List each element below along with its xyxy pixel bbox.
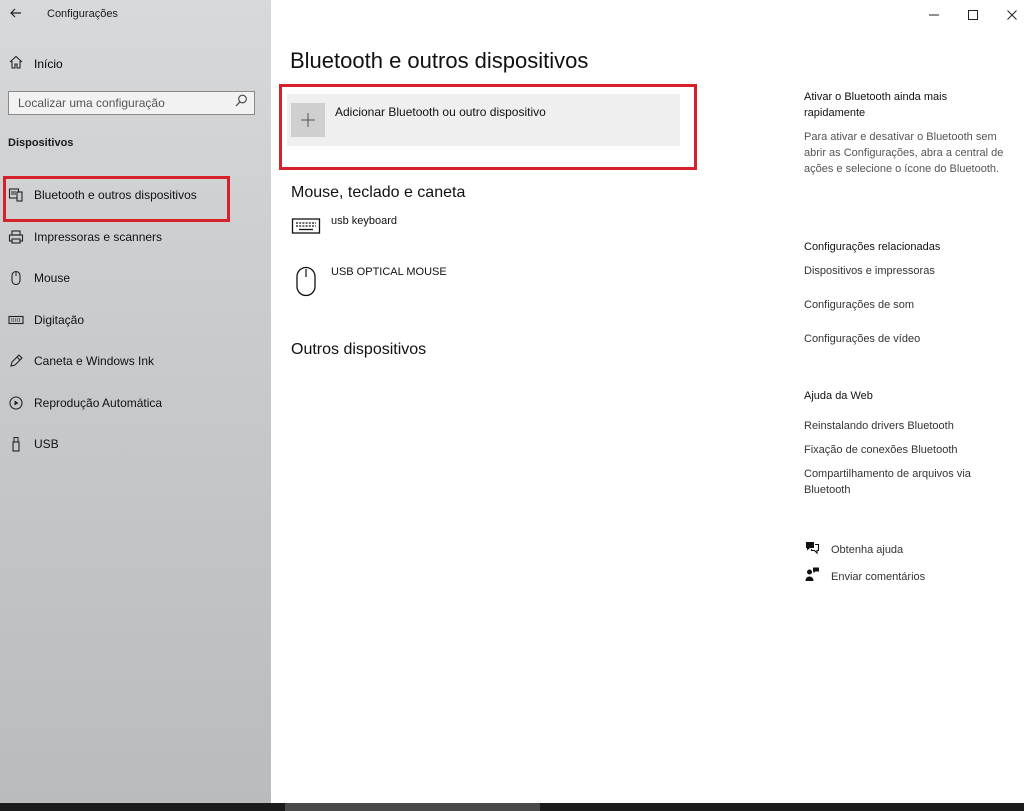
close-button[interactable] bbox=[1005, 8, 1019, 22]
back-arrow-icon[interactable] bbox=[8, 5, 24, 21]
autoplay-icon bbox=[8, 395, 24, 411]
sidebar: Configurações Início Dispositivos Blueto… bbox=[0, 0, 271, 803]
mouse-icon bbox=[8, 270, 24, 286]
other-devices-heading: Outros dispositivos bbox=[291, 341, 427, 358]
web-help-title: Ajuda da Web bbox=[804, 390, 873, 402]
minimize-button[interactable] bbox=[927, 8, 941, 22]
sidebar-item-autoplay[interactable]: Reprodução Automática bbox=[8, 392, 162, 414]
link-sound-settings[interactable]: Configurações de som bbox=[804, 297, 1004, 313]
keyboard-icon bbox=[291, 215, 321, 242]
get-help-link[interactable]: Obtenha ajuda bbox=[804, 539, 1004, 560]
sidebar-item-printers[interactable]: Impressoras e scanners bbox=[8, 226, 162, 248]
page-title: Bluetooth e outros dispositivos bbox=[290, 48, 589, 73]
home-icon bbox=[8, 54, 24, 75]
maximize-button[interactable] bbox=[966, 8, 980, 22]
nav-home[interactable]: Início bbox=[8, 54, 63, 74]
link-file-sharing[interactable]: Compartilhamento de arquivos via Bluetoo… bbox=[804, 466, 1004, 498]
usb-icon bbox=[8, 436, 24, 452]
link-devices-printers[interactable]: Dispositivos e impressoras bbox=[804, 263, 1004, 279]
sidebar-item-label: Caneta e Windows Ink bbox=[34, 354, 155, 368]
sidebar-item-label: Impressoras e scanners bbox=[34, 230, 163, 244]
feedback-person-icon bbox=[804, 566, 820, 587]
sidebar-item-label: Reprodução Automática bbox=[34, 396, 163, 410]
search-icon[interactable] bbox=[235, 94, 248, 112]
web-help-block: Ajuda da Web Reinstalando drivers Blueto… bbox=[804, 388, 1004, 498]
search-box[interactable] bbox=[8, 91, 255, 115]
send-feedback-link[interactable]: Enviar comentários bbox=[804, 566, 1004, 587]
mouse-icon bbox=[291, 266, 321, 303]
mouse-keyboard-pen-heading: Mouse, teclado e caneta bbox=[291, 184, 466, 201]
quick-bluetooth-text: Para ativar e desativar o Bluetooth sem … bbox=[804, 131, 1004, 175]
link-fix-connections[interactable]: Fixação de conexões Bluetooth bbox=[804, 442, 1004, 458]
chat-help-icon bbox=[804, 539, 820, 560]
taskbar-segment bbox=[285, 803, 540, 811]
quick-bluetooth-block: Ativar o Bluetooth ainda mais rapidament… bbox=[804, 89, 1004, 177]
printer-icon bbox=[8, 229, 24, 245]
link-display-settings[interactable]: Configurações de vídeo bbox=[804, 331, 1004, 347]
related-settings-title: Configurações relacionadas bbox=[804, 241, 941, 253]
device-name: USB OPTICAL MOUSE bbox=[331, 266, 447, 278]
sidebar-item-label: USB bbox=[34, 437, 59, 451]
sidebar-item-typing[interactable]: Digitação bbox=[8, 309, 84, 331]
link-reinstall-drivers[interactable]: Reinstalando drivers Bluetooth bbox=[804, 418, 1004, 434]
get-help-label: Obtenha ajuda bbox=[831, 543, 904, 556]
sidebar-item-pen[interactable]: Caneta e Windows Ink bbox=[8, 350, 154, 372]
highlight-box bbox=[279, 84, 697, 170]
keyboard-icon bbox=[8, 312, 24, 328]
taskbar-edge bbox=[0, 803, 1024, 811]
device-name: usb keyboard bbox=[331, 215, 398, 227]
section-title: Dispositivos bbox=[8, 137, 74, 149]
home-label: Início bbox=[34, 57, 63, 71]
quick-bluetooth-title: Ativar o Bluetooth ainda mais rapidament… bbox=[804, 91, 948, 119]
sidebar-item-label: Mouse bbox=[34, 271, 71, 285]
sidebar-item-mouse[interactable]: Mouse bbox=[8, 267, 70, 289]
pen-icon bbox=[8, 353, 24, 369]
related-settings-block: Configurações relacionadas Dispositivos … bbox=[804, 239, 1004, 347]
sidebar-item-label: Digitação bbox=[34, 313, 85, 327]
highlight-box bbox=[3, 176, 230, 222]
search-input[interactable] bbox=[18, 96, 218, 110]
sidebar-item-usb[interactable]: USB bbox=[8, 433, 59, 455]
send-feedback-label: Enviar comentários bbox=[831, 570, 926, 583]
app-title: Configurações bbox=[47, 8, 118, 20]
